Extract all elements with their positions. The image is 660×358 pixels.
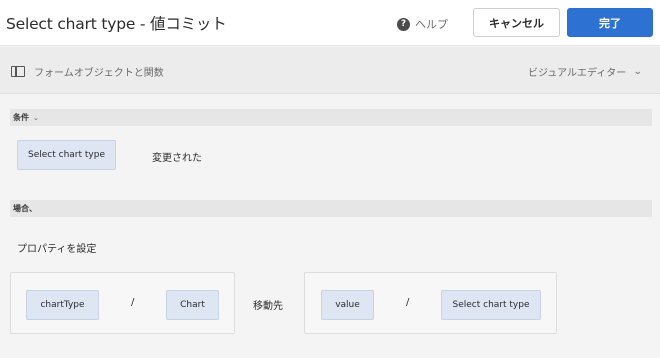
object-token[interactable]: Chart: [166, 290, 219, 320]
form-objects-toggle[interactable]: フォームオブジェクトと関数: [11, 64, 164, 79]
condition-section-label: 条件: [13, 113, 29, 122]
form-objects-label: フォームオブジェクトと関数: [34, 68, 164, 79]
condition-operator[interactable]: 変更された: [152, 149, 202, 164]
done-button[interactable]: 完了: [567, 8, 653, 37]
action-label[interactable]: プロパティを設定: [17, 240, 96, 255]
when-section-header: 場合、: [10, 200, 652, 217]
dialog-title: Select chart type - 値コミット: [6, 15, 227, 33]
dialog-header: Select chart type - 値コミット ? ヘルプ キャンセル 完了: [0, 0, 660, 46]
editor-mode-label: ビジュアルエディター: [528, 68, 627, 79]
to-label: 移動先: [253, 301, 283, 312]
chevron-down-icon: ⌄: [633, 66, 643, 77]
condition-section-header[interactable]: 条件 ⌄: [10, 109, 652, 126]
path-separator: /: [406, 297, 410, 308]
chevron-down-icon: ⌄: [33, 113, 39, 122]
when-section-label: 場合、: [13, 204, 37, 213]
panel-toggle-icon: [11, 66, 25, 77]
help-link[interactable]: ? ヘルプ: [397, 15, 448, 33]
help-circle-icon: ?: [397, 17, 410, 31]
rule-editor-toolbar: フォームオブジェクトと関数 ビジュアルエディター ⌄: [0, 47, 660, 94]
help-label: ヘルプ: [415, 18, 448, 31]
value-token[interactable]: value: [321, 290, 374, 320]
source-object-token[interactable]: Select chart type: [441, 290, 541, 320]
property-token[interactable]: chartType: [26, 290, 99, 320]
editor-mode-dropdown[interactable]: ビジュアルエディター ⌄: [528, 64, 643, 80]
cancel-button[interactable]: キャンセル: [473, 8, 560, 37]
path-separator: /: [131, 297, 135, 308]
condition-field-token[interactable]: Select chart type: [17, 140, 116, 170]
